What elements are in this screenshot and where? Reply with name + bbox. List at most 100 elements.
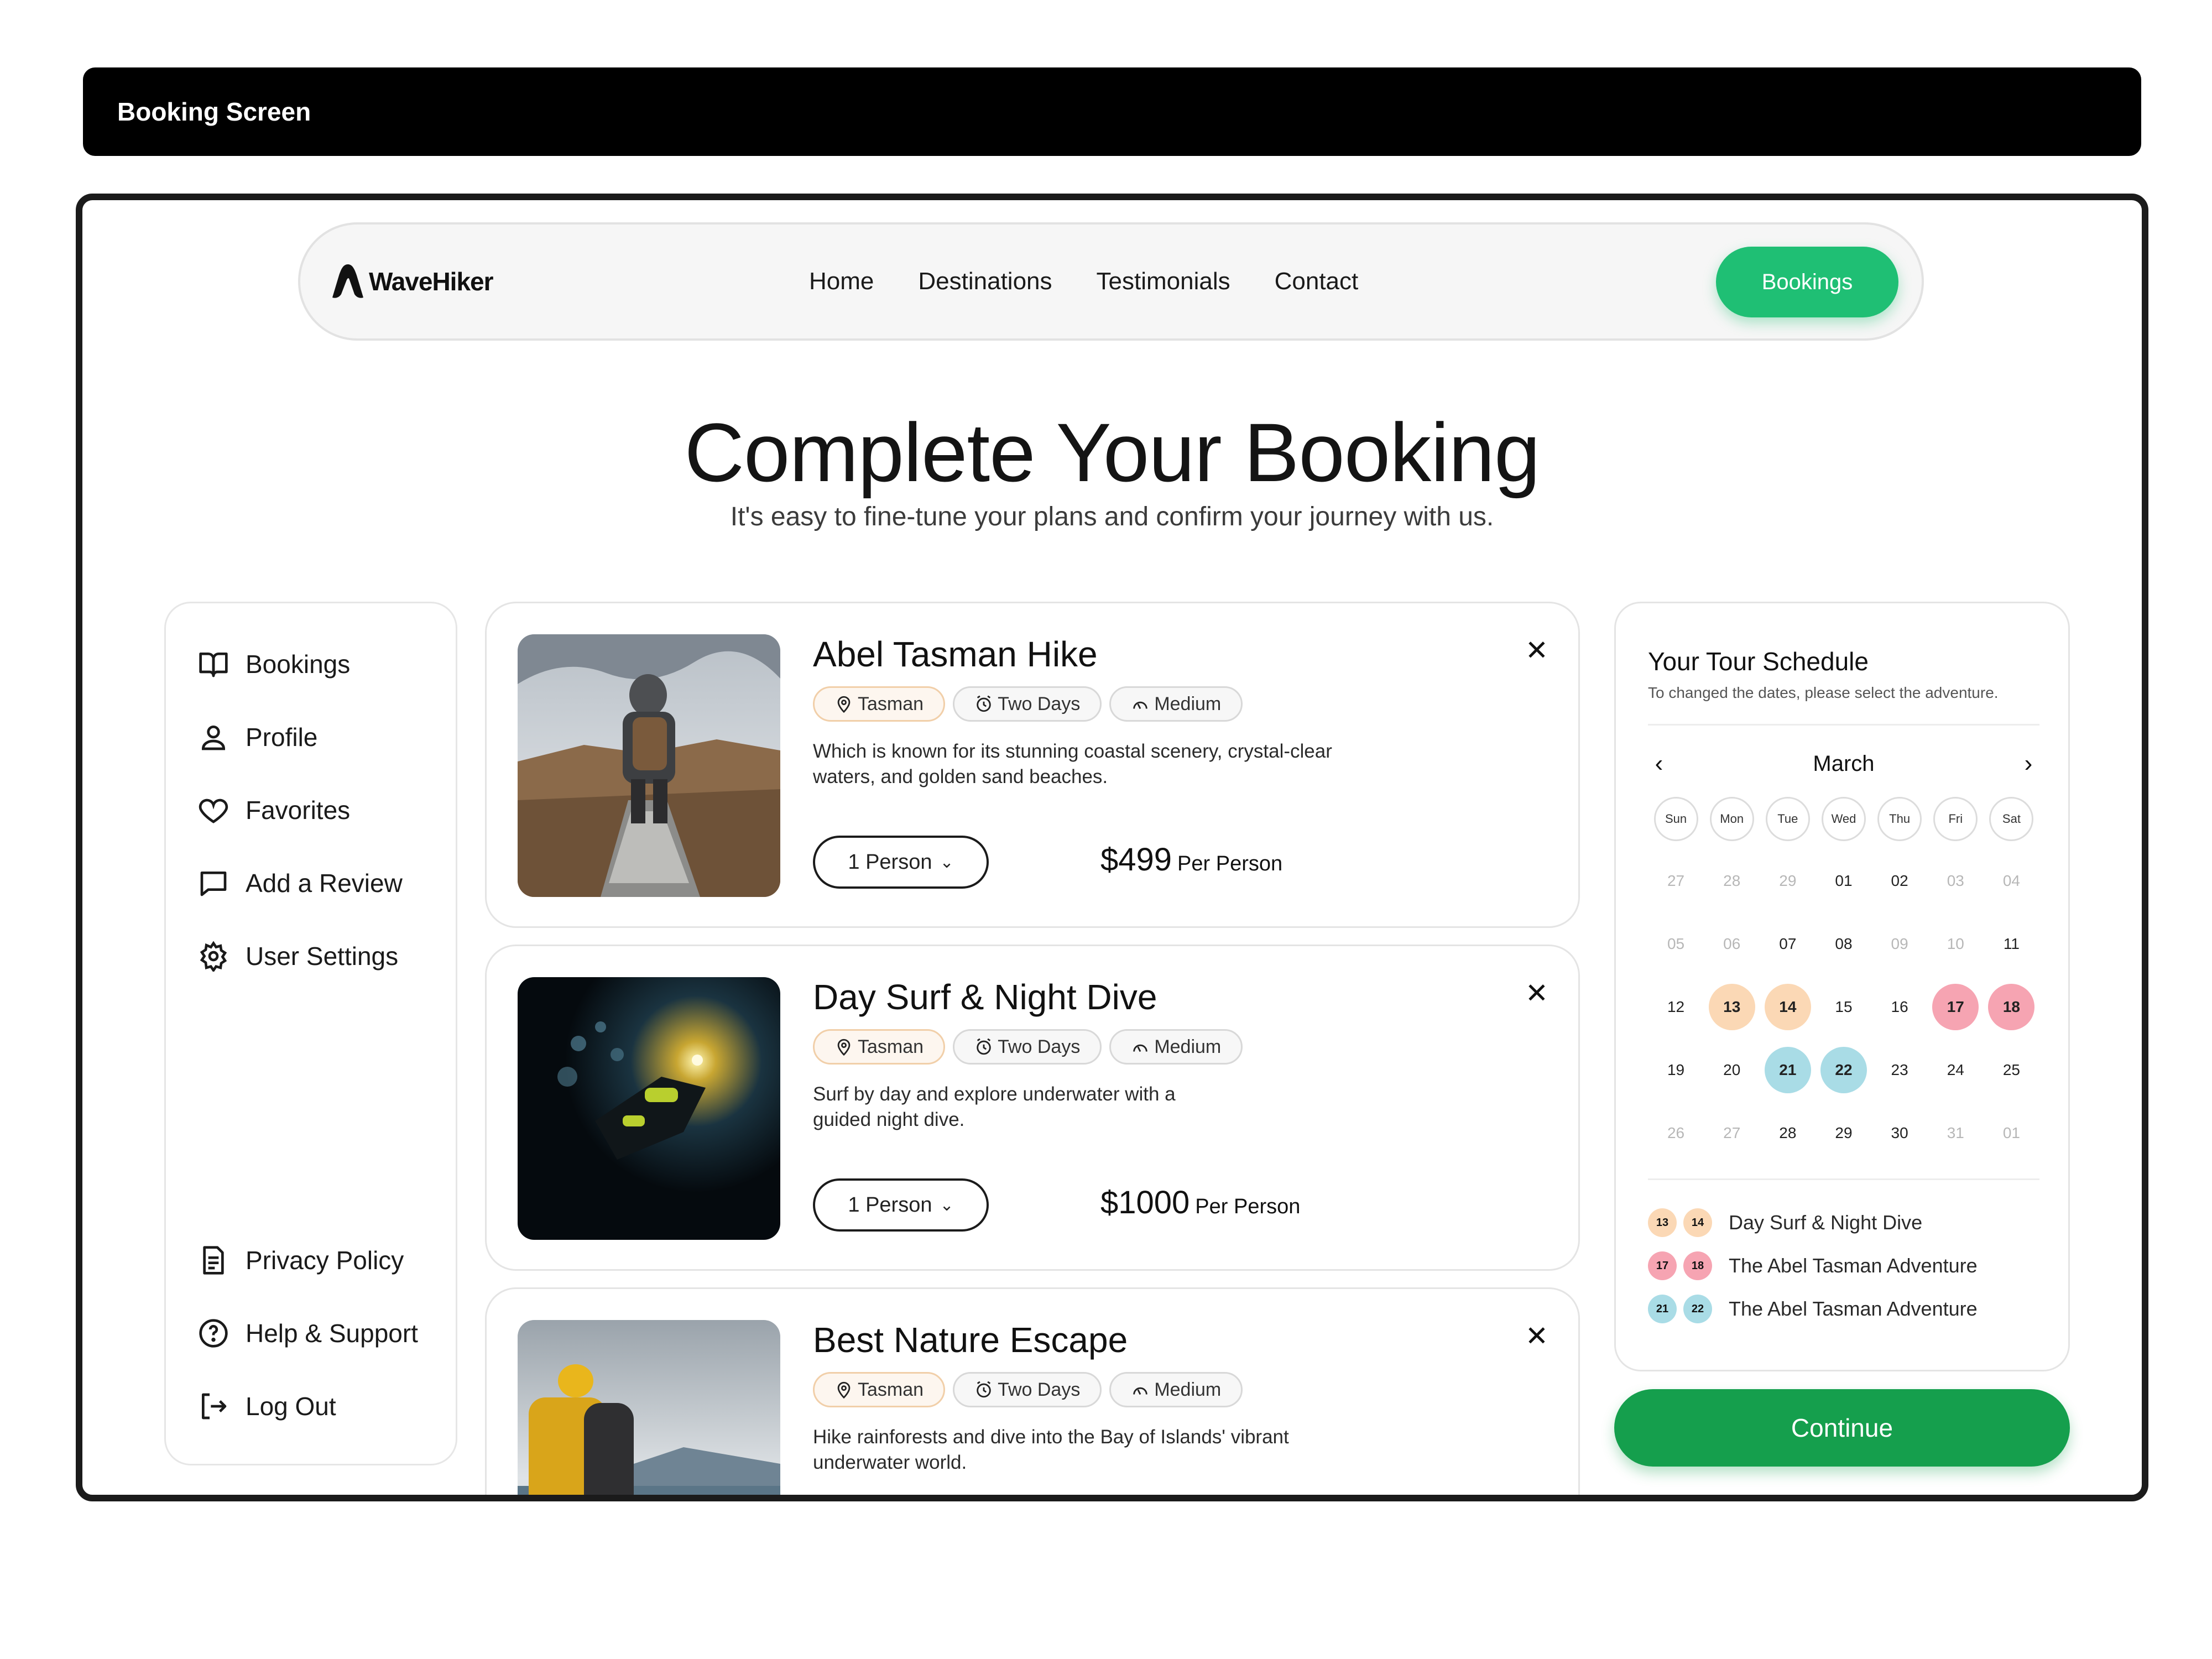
page-subtitle: It's easy to fine-tune your plans and co… bbox=[730, 502, 1494, 531]
alarm-clock-icon bbox=[977, 1381, 991, 1398]
tour-tags: Tasman Two Days Medium bbox=[813, 1372, 1243, 1407]
calendar-day[interactable]: 05 bbox=[1653, 921, 1699, 967]
calendar-day[interactable]: 16 bbox=[1876, 984, 1923, 1030]
calendar-month: March bbox=[1813, 751, 1875, 776]
help-icon bbox=[197, 1317, 230, 1350]
sidebar-item-label: Help & Support bbox=[246, 1319, 418, 1348]
calendar-day[interactable]: 02 bbox=[1876, 858, 1923, 904]
calendar-day[interactable]: 27 bbox=[1653, 858, 1699, 904]
chevron-down-icon: ⌄ bbox=[940, 853, 954, 872]
close-icon[interactable]: ✕ bbox=[1523, 1322, 1551, 1350]
sidebar-item-user-settings[interactable]: User Settings bbox=[197, 934, 398, 978]
calendar-day[interactable]: 18 bbox=[1988, 984, 2035, 1030]
sidebar-item-label: Bookings bbox=[246, 650, 351, 679]
nav-links: Home Destinations Testimonials Contact bbox=[809, 225, 1358, 338]
calendar-day[interactable]: 14 bbox=[1764, 984, 1811, 1030]
calendar-day[interactable]: 29 bbox=[1765, 858, 1811, 904]
app-window: WaveHiker Home Destinations Testimonials… bbox=[76, 194, 2148, 1501]
top-bar: Booking Screen bbox=[83, 67, 2141, 156]
calendar-day[interactable]: 28 bbox=[1765, 1110, 1811, 1156]
calendar-day[interactable]: 28 bbox=[1709, 858, 1755, 904]
sidebar-item-privacy-policy[interactable]: Privacy Policy bbox=[197, 1238, 404, 1282]
chevron-down-icon: ⌄ bbox=[940, 1196, 954, 1214]
nav-link-testimonials[interactable]: Testimonials bbox=[1097, 268, 1230, 295]
sidebar-item-label: Privacy Policy bbox=[246, 1246, 404, 1275]
person-select[interactable]: 1 Person ⌄ bbox=[813, 836, 989, 889]
calendar-day[interactable]: 19 bbox=[1653, 1047, 1699, 1093]
tour-photo-mountain bbox=[518, 1320, 780, 1495]
nav-link-contact[interactable]: Contact bbox=[1275, 268, 1359, 295]
calendar-day[interactable]: 30 bbox=[1876, 1110, 1923, 1156]
calendar-day[interactable]: 01 bbox=[1988, 1110, 2034, 1156]
calendar-header: ‹ March › bbox=[1648, 747, 2039, 780]
calendar-day[interactable]: 24 bbox=[1932, 1047, 1979, 1093]
tour-title: Best Nature Escape bbox=[813, 1320, 1128, 1360]
chevron-left-icon[interactable]: ‹ bbox=[1648, 750, 1670, 778]
map-pin-icon bbox=[837, 1381, 851, 1399]
tour-title: Day Surf & Night Dive bbox=[813, 977, 1157, 1017]
legend-date-badge: 14 bbox=[1683, 1208, 1712, 1237]
calendar-day[interactable]: 26 bbox=[1653, 1110, 1699, 1156]
legend-label: The Abel Tasman Adventure bbox=[1729, 1297, 1978, 1320]
brand-name: WaveHiker bbox=[369, 267, 494, 296]
weekday-wed: Wed bbox=[1821, 797, 1866, 841]
sidebar-item-help-support[interactable]: Help & Support bbox=[197, 1311, 418, 1355]
alarm-clock-icon bbox=[977, 695, 991, 712]
calendar-day[interactable]: 12 bbox=[1653, 984, 1699, 1030]
calendar-day[interactable]: 01 bbox=[1820, 858, 1867, 904]
calendar-day[interactable]: 21 bbox=[1764, 1047, 1811, 1093]
tour-card: Day Surf & Night Dive ✕ Tasman Two Days … bbox=[485, 945, 1580, 1271]
chevron-right-icon[interactable]: › bbox=[2017, 750, 2039, 778]
calendar-day[interactable]: 22 bbox=[1820, 1047, 1867, 1093]
weekday-mon: Mon bbox=[1709, 797, 1754, 841]
calendar-day[interactable]: 23 bbox=[1876, 1047, 1923, 1093]
calendar-day[interactable]: 31 bbox=[1932, 1110, 1979, 1156]
calendar-day[interactable]: 06 bbox=[1709, 921, 1755, 967]
calendar-day[interactable]: 13 bbox=[1708, 984, 1755, 1030]
calendar-day[interactable]: 07 bbox=[1765, 921, 1811, 967]
legend-date-badge: 18 bbox=[1683, 1251, 1712, 1280]
tour-card: Abel Tasman Hike ✕ Tasman Two Days Mediu… bbox=[485, 602, 1580, 928]
sidebar-item-label: Favorites bbox=[246, 796, 351, 825]
person-select[interactable]: 1 Person ⌄ bbox=[813, 1178, 989, 1232]
divider bbox=[1648, 1178, 2039, 1180]
calendar-day[interactable]: 10 bbox=[1932, 921, 1979, 967]
calendar-day[interactable]: 29 bbox=[1820, 1110, 1867, 1156]
gauge-icon bbox=[1133, 1044, 1148, 1052]
calendar-day[interactable]: 08 bbox=[1820, 921, 1867, 967]
tour-photo-hiker bbox=[518, 634, 780, 897]
calendar-day[interactable]: 25 bbox=[1988, 1047, 2034, 1093]
brand-logo[interactable]: WaveHiker bbox=[331, 263, 494, 300]
close-icon[interactable]: ✕ bbox=[1523, 637, 1551, 664]
legend-date-badge: 21 bbox=[1648, 1295, 1677, 1323]
sidebar-item-log-out[interactable]: Log Out bbox=[197, 1384, 336, 1428]
difficulty-tag: Medium bbox=[1109, 686, 1243, 722]
calendar-day[interactable]: 09 bbox=[1876, 921, 1923, 967]
calendar-day[interactable]: 04 bbox=[1988, 858, 2034, 904]
sidebar-item-profile[interactable]: Profile bbox=[197, 715, 317, 759]
divider bbox=[1648, 724, 2039, 726]
calendar-day[interactable]: 27 bbox=[1709, 1110, 1755, 1156]
logo-icon bbox=[332, 264, 363, 298]
calendar-day[interactable]: 03 bbox=[1932, 858, 1979, 904]
page-title: Complete Your Booking bbox=[684, 406, 1541, 499]
calendar-day[interactable]: 15 bbox=[1820, 984, 1867, 1030]
chat-icon bbox=[197, 867, 230, 900]
sidebar-item-bookings[interactable]: Bookings bbox=[197, 642, 350, 686]
sidebar-item-favorites[interactable]: Favorites bbox=[197, 788, 350, 832]
bookings-button[interactable]: Bookings bbox=[1716, 247, 1898, 317]
nav-link-destinations[interactable]: Destinations bbox=[918, 268, 1052, 295]
calendar-day[interactable]: 17 bbox=[1932, 984, 1979, 1030]
sidebar: Bookings Profile Favorites Add a Review … bbox=[164, 602, 457, 1465]
sidebar-item-add-review[interactable]: Add a Review bbox=[197, 861, 403, 905]
calendar-day[interactable]: 20 bbox=[1709, 1047, 1755, 1093]
close-icon[interactable]: ✕ bbox=[1523, 979, 1551, 1007]
continue-button[interactable]: Continue bbox=[1614, 1389, 2070, 1467]
sidebar-item-label: Profile bbox=[246, 723, 318, 752]
nav-link-home[interactable]: Home bbox=[809, 268, 874, 295]
calendar-grid: Sun Mon Tue Wed Thu Fri Sat 27 28 29 01 02 03 04 05 06 0… bbox=[1648, 797, 2039, 1156]
calendar-day[interactable]: 11 bbox=[1988, 921, 2034, 967]
gauge-icon bbox=[1133, 1387, 1148, 1395]
tour-schedule-panel: Your Tour Schedule To changed the dates,… bbox=[1614, 602, 2070, 1371]
map-pin-icon bbox=[837, 1039, 851, 1056]
